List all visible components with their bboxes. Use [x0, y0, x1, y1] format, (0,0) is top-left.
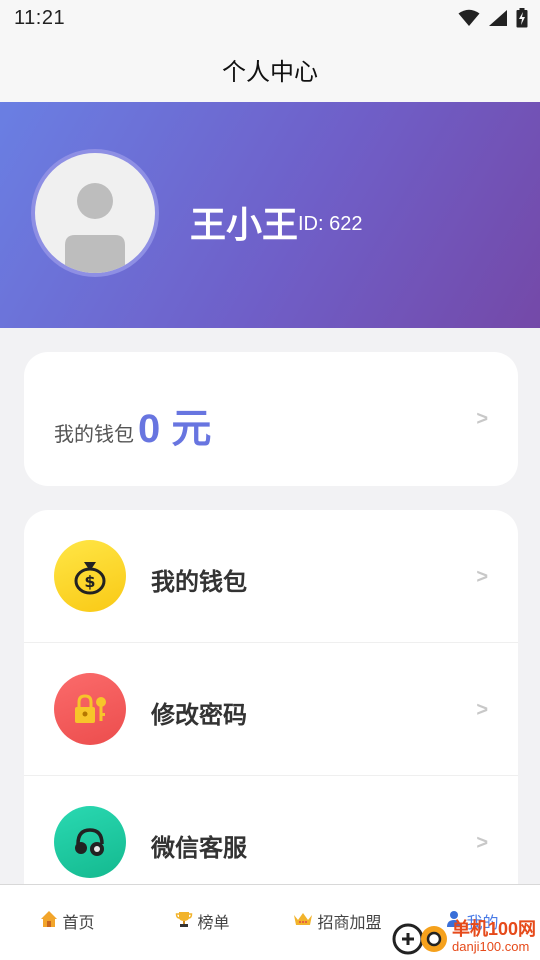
menu-label: 我的钱包 — [151, 569, 247, 596]
wallet-amount: 0 元 — [138, 407, 212, 451]
tab-home[interactable]: 首页 — [0, 885, 135, 960]
crown-icon — [293, 911, 313, 931]
user-id: ID: 622 — [298, 213, 363, 235]
wallet-label: 我的钱包 — [54, 424, 134, 446]
lock-key-icon — [54, 673, 126, 745]
menu-item-change-password[interactable]: 修改密码 > — [24, 643, 518, 776]
menu-label: 修改密码 — [151, 702, 247, 729]
chevron-right-icon: > — [476, 408, 488, 430]
default-avatar-icon — [35, 153, 155, 273]
status-time: 11:21 — [14, 6, 66, 29]
status-icons — [458, 8, 528, 28]
trophy-icon — [175, 910, 193, 932]
headset-icon — [54, 806, 126, 878]
tab-ranking[interactable]: 榜单 — [135, 885, 270, 960]
wallet-summary-card[interactable]: 我的钱包 0 元 > — [24, 352, 518, 486]
username: 王小王 — [190, 204, 299, 245]
menu-card: $ 我的钱包 > 修改密码 > 微信客服 > — [24, 510, 518, 930]
status-bar: 11:21 — [0, 0, 540, 36]
menu-item-my-wallet[interactable]: $ 我的钱包 > — [24, 510, 518, 643]
battery-icon — [516, 8, 528, 28]
tab-label: 首页 — [62, 914, 95, 932]
menu-label: 微信客服 — [151, 835, 247, 862]
signal-icon — [489, 10, 507, 26]
tab-label: 招商加盟 — [317, 914, 382, 932]
tab-franchise[interactable]: 招商加盟 — [270, 885, 405, 960]
wifi-icon — [458, 9, 480, 26]
money-bag-icon: $ — [54, 540, 126, 612]
chevron-right-icon: > — [476, 699, 488, 721]
profile-banner: 王小王 ID: 622 — [0, 102, 540, 328]
tab-label: 榜单 — [197, 914, 230, 932]
home-icon — [40, 910, 58, 932]
watermark-logo-icon — [392, 923, 447, 955]
chevron-right-icon: > — [476, 832, 488, 854]
avatar[interactable] — [31, 149, 159, 277]
nav-bar: 个人中心 — [0, 36, 540, 102]
page-title: 个人中心 — [222, 58, 318, 86]
watermark: 单机100网 danji100.com — [390, 914, 540, 960]
chevron-right-icon: > — [476, 566, 488, 588]
watermark-url: danji100.com — [452, 938, 530, 954]
watermark-title: 单机100网 — [452, 919, 537, 940]
svg-text:$: $ — [84, 572, 95, 591]
